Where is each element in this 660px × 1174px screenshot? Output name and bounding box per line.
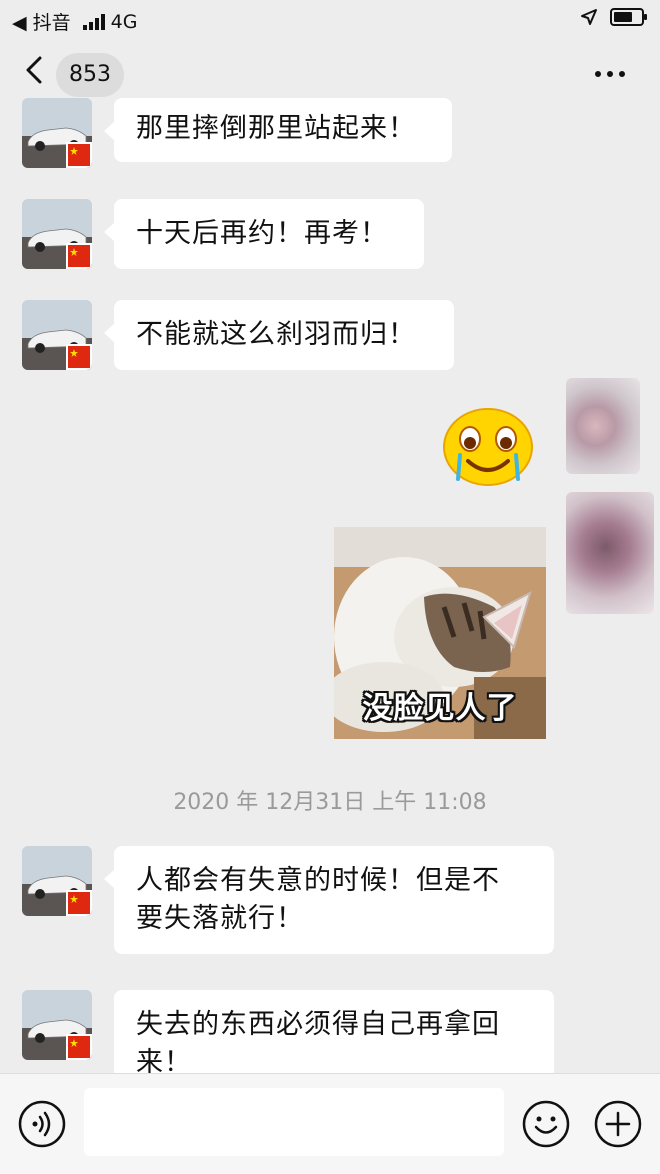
status-bar: ◀ 抖音 4G bbox=[0, 0, 660, 38]
message-input-bar bbox=[0, 1073, 660, 1174]
china-flag-icon bbox=[66, 344, 92, 370]
message-text-line: 要失落就行！ bbox=[136, 903, 304, 934]
avatar[interactable] bbox=[22, 98, 92, 168]
back-to-app-label[interactable]: ◀ 抖音 bbox=[12, 8, 71, 35]
message-text: 那里摔倒那里站起来！ bbox=[136, 113, 416, 144]
add-more-button[interactable] bbox=[594, 1100, 642, 1148]
message-timestamp: 2020 年 12月31日 上午 11:08 bbox=[173, 790, 487, 815]
unread-count-badge[interactable]: 853 bbox=[56, 53, 124, 97]
chevron-left-icon bbox=[26, 56, 42, 84]
avatar[interactable] bbox=[22, 199, 92, 269]
message-text: 十天后再约！再考！ bbox=[136, 218, 388, 249]
china-flag-icon bbox=[66, 890, 92, 916]
sticker-caption: 没脸见人了 bbox=[362, 691, 518, 726]
avatar[interactable] bbox=[22, 300, 92, 370]
message-input[interactable] bbox=[84, 1088, 504, 1156]
network-label: 4G bbox=[110, 10, 138, 33]
message-text-line: 失去的东西必须得自己再拿回 bbox=[136, 1009, 500, 1040]
message-bubble[interactable]: 十天后再约！再考！ bbox=[104, 199, 424, 269]
message-bubble[interactable]: 人都会有失意的时候！但是不 要失落就行！ bbox=[104, 846, 554, 954]
avatar[interactable] bbox=[22, 990, 92, 1060]
message-bubble[interactable]: 不能就这么刹羽而归！ bbox=[104, 300, 454, 370]
own-avatar-blurred[interactable] bbox=[566, 492, 654, 614]
plus-icon bbox=[594, 1100, 642, 1148]
cat-sticker-image[interactable]: 没脸见人了 bbox=[334, 527, 546, 739]
more-options-button[interactable] bbox=[590, 58, 630, 90]
china-flag-icon bbox=[66, 1034, 92, 1060]
smiley-icon bbox=[522, 1100, 570, 1148]
china-flag-icon bbox=[66, 243, 92, 269]
signal-icon bbox=[82, 13, 105, 30]
voice-icon bbox=[18, 1100, 66, 1148]
message-text-line: 人都会有失意的时候！但是不 bbox=[136, 865, 500, 896]
crying-laughing-emoji[interactable] bbox=[440, 405, 536, 489]
china-flag-icon bbox=[66, 142, 92, 168]
location-icon bbox=[581, 9, 597, 25]
voice-button[interactable] bbox=[18, 1100, 66, 1148]
avatar[interactable] bbox=[22, 846, 92, 916]
emoji-button[interactable] bbox=[522, 1100, 570, 1148]
message-bubble[interactable]: 那里摔倒那里站起来！ bbox=[104, 98, 452, 162]
battery-icon bbox=[610, 8, 647, 26]
message-text: 不能就这么刹羽而归！ bbox=[136, 319, 416, 350]
own-avatar-blurred[interactable] bbox=[566, 378, 640, 474]
